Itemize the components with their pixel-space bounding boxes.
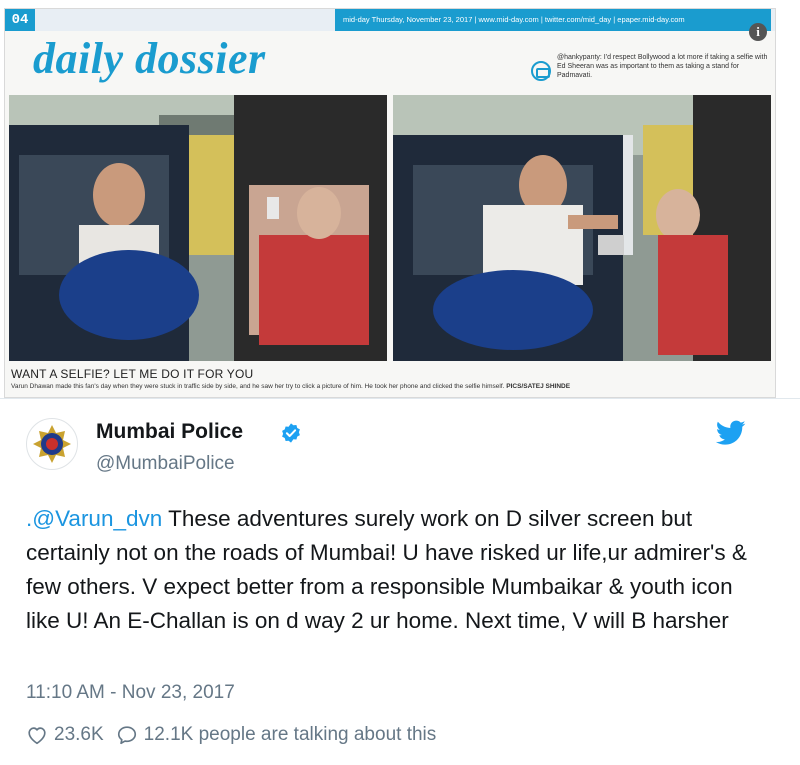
quote-bubble-icon [531, 61, 551, 81]
speech-bubble-icon[interactable] [116, 724, 138, 746]
section-title: daily dossier [33, 34, 266, 83]
embedded-tweet-card: 04 mid-day Thursday, November 23, 2017 |… [0, 0, 800, 765]
photo-right [393, 95, 771, 361]
display-name[interactable]: Mumbai Police [96, 420, 243, 444]
caption-headline: WANT A SELFIE? LET ME DO IT FOR YOU [11, 367, 254, 381]
twitter-bird-icon[interactable] [716, 420, 746, 446]
page-number: 04 [5, 9, 35, 31]
divider [0, 398, 800, 399]
photo-credit: PICS/SATEJ SHINDE [506, 383, 571, 390]
side-quote: @hankypanty: I'd respect Bollywood a lot… [557, 54, 768, 79]
avatar[interactable] [26, 418, 78, 470]
verified-badge-icon [282, 423, 300, 443]
heart-icon[interactable] [26, 724, 48, 746]
tweet-text: .@Varun_dvn These adventures surely work… [26, 502, 766, 638]
action-bar: 23.6K 12.1K people are talking about thi… [26, 722, 436, 748]
handle[interactable]: @MumbaiPolice [96, 453, 235, 475]
talking-count[interactable]: 12.1K people are talking about this [144, 724, 437, 746]
mention-link[interactable]: .@Varun_dvn [26, 506, 162, 531]
photo-left [9, 95, 387, 361]
caption-body: Varun Dhawan made this fan's day when th… [11, 383, 505, 390]
caption-text: Varun Dhawan made this fan's day when th… [11, 383, 771, 390]
masthead-line: mid-day Thursday, November 23, 2017 | ww… [335, 9, 771, 31]
timestamp[interactable]: 11:10 AM - Nov 23, 2017 [26, 682, 235, 704]
newspaper-clipping-image[interactable]: 04 mid-day Thursday, November 23, 2017 |… [4, 8, 776, 398]
info-icon[interactable]: i [749, 23, 767, 41]
like-count[interactable]: 23.6K [54, 724, 104, 746]
